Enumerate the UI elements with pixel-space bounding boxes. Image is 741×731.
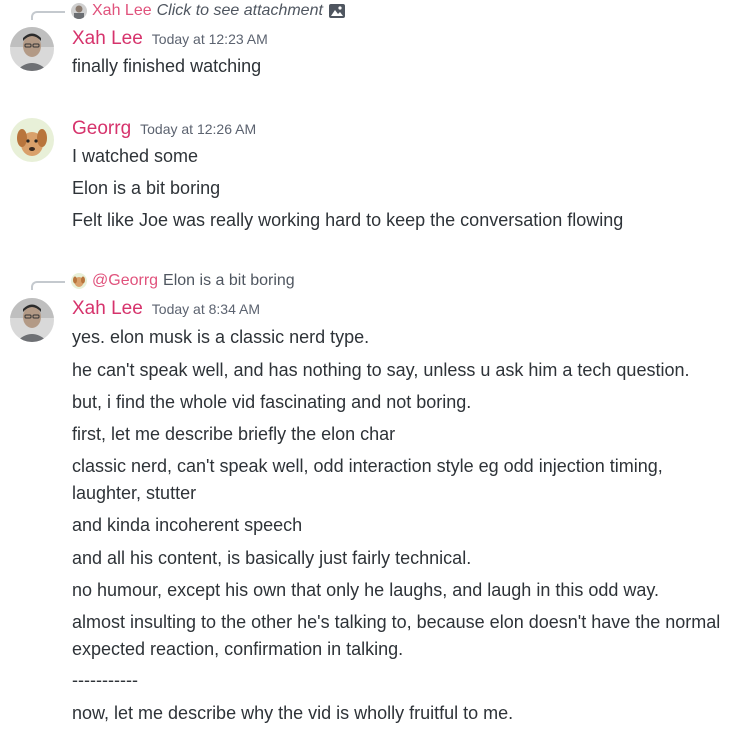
- message-line: no humour, except his own that only he l…: [72, 580, 660, 600]
- message-line: and kinda incoherent speech: [72, 515, 303, 535]
- timestamp: Today at 12:26 AM: [140, 121, 257, 137]
- message-line: he can't speak well, and has nothing to …: [72, 360, 690, 380]
- message-line: almost insulting to the other he's talki…: [72, 612, 721, 659]
- timestamp: Today at 8:34 AM: [151, 301, 260, 317]
- avatar[interactable]: [10, 298, 54, 342]
- message-header: Georrg Today at 12:26 AM: [72, 118, 256, 140]
- timestamp: Today at 12:23 AM: [151, 31, 268, 47]
- username[interactable]: Georrg: [72, 118, 131, 140]
- message-header: Xah Lee Today at 12:23 AM: [72, 28, 268, 50]
- message-line: -----------: [72, 670, 138, 690]
- message-line: I watched some: [72, 146, 199, 166]
- username[interactable]: Xah Lee: [72, 28, 143, 50]
- message-line: and all his content, is basically just f…: [72, 548, 472, 568]
- message-line: but, i find the whole vid fascinating an…: [72, 392, 472, 412]
- reply-author[interactable]: Xah Lee: [92, 2, 152, 20]
- avatar[interactable]: [10, 118, 54, 162]
- reply-preview[interactable]: @Georrg Elon is a bit boring: [71, 271, 295, 291]
- message-line: yes. elon musk is a classic nerd type.: [72, 327, 370, 347]
- reply-text[interactable]: Click to see attachment: [157, 2, 323, 20]
- reply-text[interactable]: Elon is a bit boring: [163, 272, 295, 290]
- avatar[interactable]: [10, 27, 54, 71]
- message-line: Felt like Joe was really working hard to…: [72, 210, 624, 230]
- reply-connector: [31, 281, 65, 290]
- reply-avatar: [71, 3, 87, 19]
- message-line: first, let me describe briefly the elon …: [72, 424, 396, 444]
- message-header: Xah Lee Today at 8:34 AM: [72, 298, 260, 320]
- reply-avatar: [71, 273, 87, 289]
- username[interactable]: Xah Lee: [72, 298, 143, 320]
- message-line: now, let me describe why the vid is whol…: [72, 703, 514, 723]
- message-line: finally finished watching: [72, 56, 262, 76]
- reply-connector: [31, 11, 65, 20]
- image-icon: [328, 3, 346, 19]
- message-line: classic nerd, can't speak well, odd inte…: [72, 456, 663, 503]
- message-line: Elon is a bit boring: [72, 178, 221, 198]
- reply-preview[interactable]: Xah Lee Click to see attachment: [71, 1, 346, 21]
- reply-author[interactable]: @Georrg: [92, 272, 158, 290]
